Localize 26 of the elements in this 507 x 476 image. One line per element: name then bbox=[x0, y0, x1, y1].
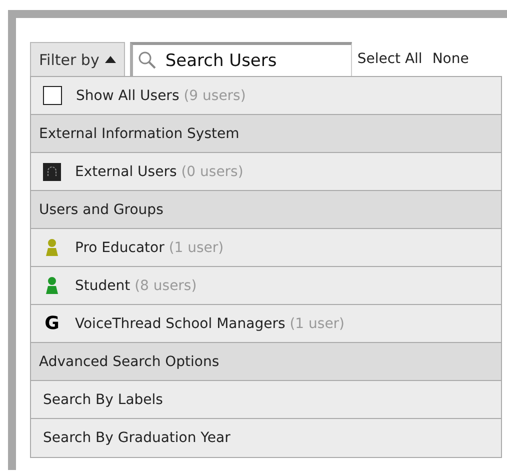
caret-icon bbox=[105, 56, 116, 63]
row-label: External Users (0 users) bbox=[75, 164, 244, 180]
user-outline-icon bbox=[43, 162, 61, 180]
option-label: Search By Labels bbox=[43, 392, 163, 408]
section-title: External Information System bbox=[39, 126, 240, 142]
select-all-link[interactable]: Select All bbox=[357, 51, 422, 67]
section-title: Users and Groups bbox=[39, 202, 164, 218]
group-icon: G bbox=[43, 313, 61, 334]
search-icon bbox=[138, 51, 156, 69]
row-label: Show All Users (9 users) bbox=[76, 88, 246, 104]
row-label: Pro Educator (1 user) bbox=[75, 240, 224, 256]
section-title: Advanced Search Options bbox=[39, 354, 220, 370]
filter-item[interactable]: G VoiceThread School Managers (1 user) bbox=[31, 305, 501, 343]
search-option[interactable]: Search By Labels bbox=[31, 381, 501, 419]
filter-item[interactable]: External Users (0 users) bbox=[31, 153, 501, 191]
row-label: Student (8 users) bbox=[75, 278, 197, 294]
filter-item[interactable]: Student (8 users) bbox=[31, 267, 501, 305]
row-label: VoiceThread School Managers (1 user) bbox=[75, 316, 345, 332]
filter-item[interactable]: Pro Educator (1 user) bbox=[31, 229, 501, 267]
show-all-row[interactable]: Show All Users (9 users) bbox=[31, 77, 501, 115]
option-label: Search By Graduation Year bbox=[43, 430, 230, 446]
select-none-link[interactable]: None bbox=[432, 51, 469, 67]
search-option[interactable]: Search By Graduation Year bbox=[31, 419, 501, 457]
filter-by-button[interactable]: Filter by bbox=[30, 42, 126, 76]
checkbox[interactable] bbox=[43, 86, 62, 105]
search-field[interactable]: Search Users bbox=[130, 42, 352, 76]
